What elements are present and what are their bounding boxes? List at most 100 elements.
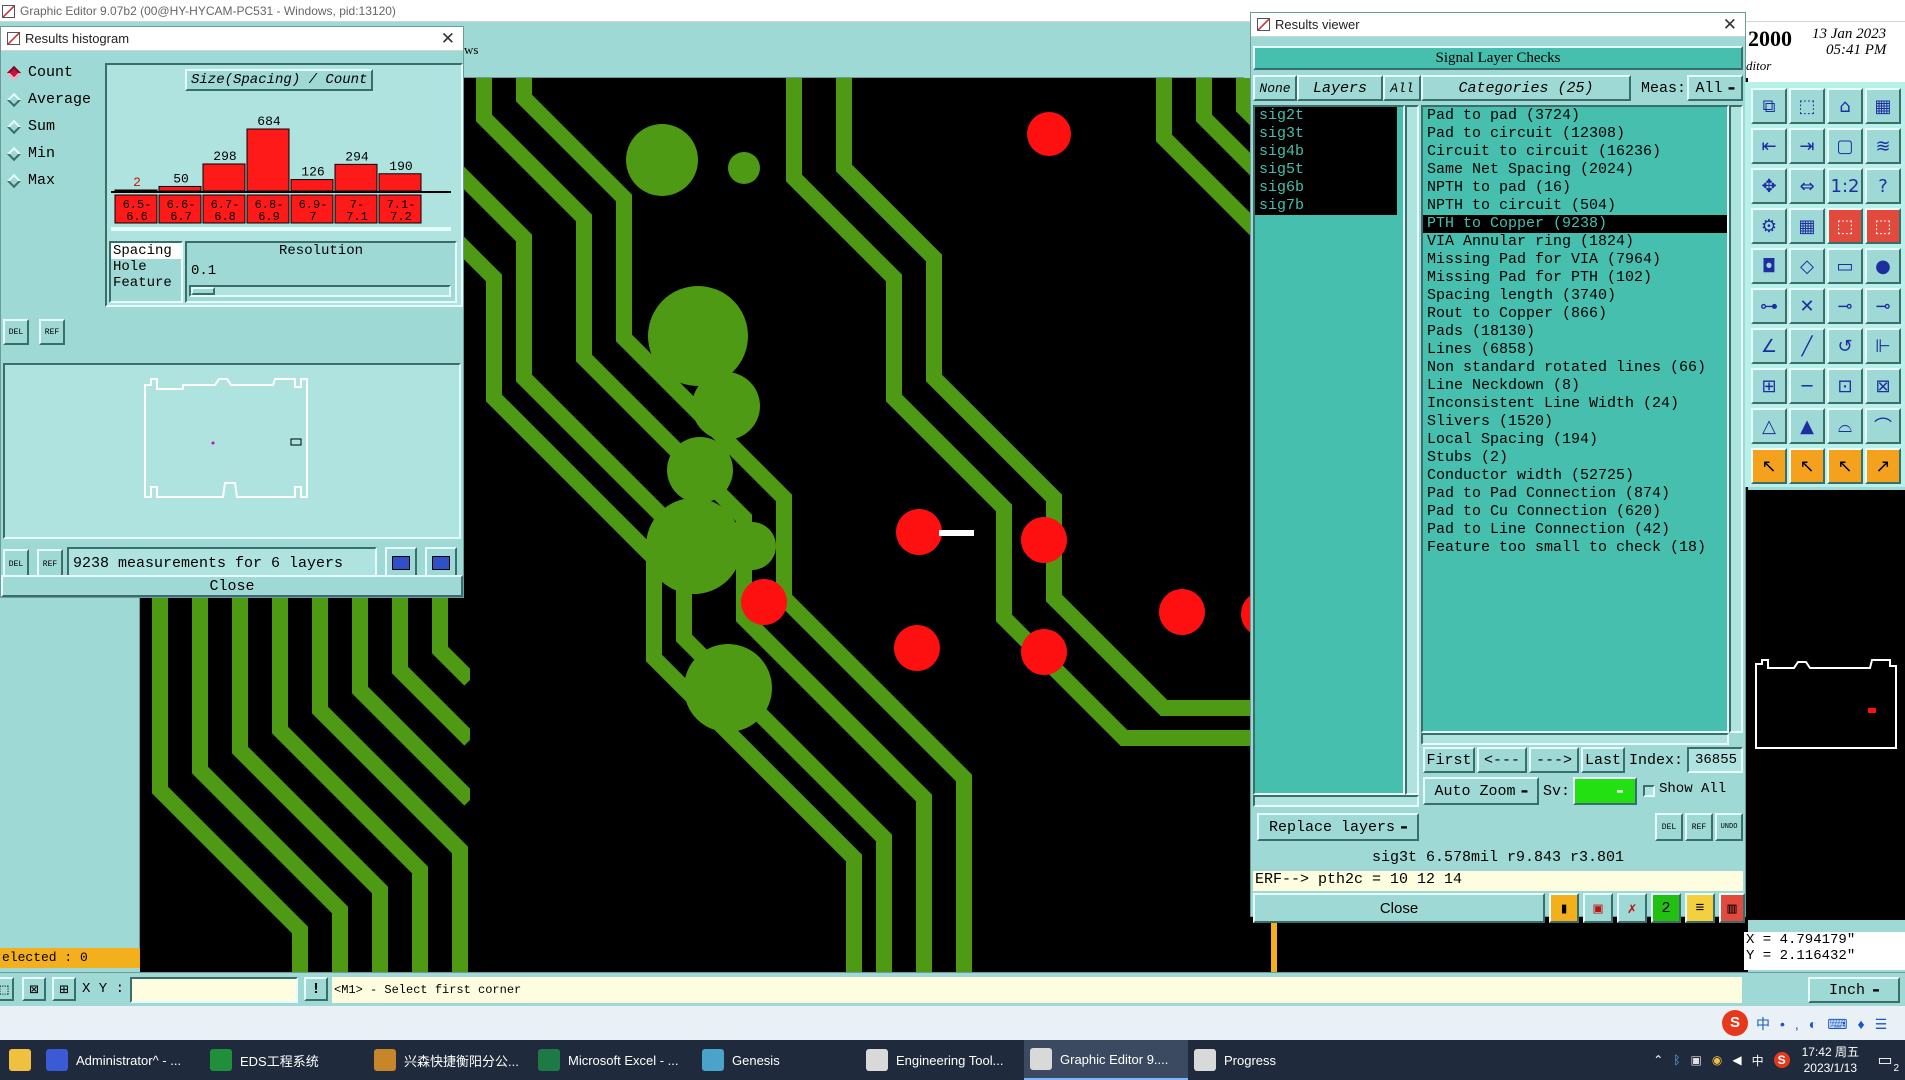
viewer-ref-button[interactable]: REF	[1685, 813, 1713, 841]
wave-icon[interactable]: ≋	[1865, 128, 1901, 164]
category-item[interactable]: Non standard rotated lines (66)	[1423, 359, 1727, 377]
pcb-canvas-lower[interactable]	[140, 590, 470, 978]
step-icon[interactable]: ⊩	[1865, 328, 1901, 364]
category-item[interactable]: Pads (18130)	[1423, 323, 1727, 341]
histogram-type-list[interactable]: Spacing Hole Feature	[109, 241, 183, 303]
home-icon[interactable]: ⌂	[1827, 88, 1863, 124]
layout-icon[interactable]: ▦	[1865, 88, 1901, 124]
fill-icon[interactable]: ◘	[1751, 248, 1787, 284]
rotate-icon[interactable]: ↺	[1827, 328, 1863, 364]
category-list[interactable]: Pad to pad (3724) Pad to circuit (12308) C…	[1421, 105, 1729, 733]
category-item[interactable]: Local Spacing (194)	[1423, 431, 1727, 449]
right-preview-panel[interactable]	[1746, 490, 1905, 920]
clock[interactable]: 17:42 周五 2023/1/13	[1796, 1040, 1865, 1080]
category-item[interactable]: Missing Pad for PTH (102)	[1423, 269, 1727, 287]
snap-alt-icon[interactable]: ⬚	[1865, 208, 1901, 244]
taskbar-item[interactable]: Administrator^ - ...	[40, 1040, 204, 1080]
right-icon[interactable]: ⇥	[1789, 128, 1825, 164]
next-icon[interactable]: 2	[1651, 893, 1681, 923]
erase-icon[interactable]: ▣	[1583, 893, 1613, 923]
type-item-spacing[interactable]: Spacing	[111, 243, 181, 259]
layers-all-button[interactable]: All	[1383, 75, 1421, 101]
ime-logo-icon[interactable]: S	[1722, 1010, 1748, 1036]
select-alt-icon[interactable]: ↗	[1865, 448, 1901, 484]
meas-select[interactable]: All ▬	[1687, 75, 1743, 101]
alert-icon[interactable]: !	[304, 977, 328, 1001]
sv-color-select[interactable]: ▬	[1573, 777, 1637, 805]
connect-icon[interactable]: ⊸	[1827, 288, 1863, 324]
category-item[interactable]: VIA Annular ring (1824)	[1423, 233, 1727, 251]
category-list-scrollbar[interactable]	[1729, 105, 1743, 733]
taskbar-item[interactable]: 兴森快捷衡阳分公...	[368, 1040, 532, 1080]
boxx-icon[interactable]: ⊠	[1865, 368, 1901, 404]
taskbar-item[interactable]: Progress	[1188, 1040, 1352, 1080]
bluetooth-icon[interactable]: ᛒ	[1673, 1053, 1680, 1067]
taskbar-item[interactable]: EDS工程系统	[204, 1040, 368, 1080]
left-icon[interactable]: ⇤	[1751, 128, 1787, 164]
category-item[interactable]: NPTH to pad (16)	[1423, 179, 1727, 197]
category-item[interactable]: Pad to Line Connection (42)	[1423, 521, 1727, 539]
category-item[interactable]: Circuit to circuit (16236)	[1423, 143, 1727, 161]
category-item[interactable]: Feature too small to check (18)	[1423, 539, 1727, 557]
close-icon[interactable]: ✕	[441, 29, 455, 49]
cross-icon[interactable]: ✕	[1789, 288, 1825, 324]
line-icon[interactable]: ╱	[1789, 328, 1825, 364]
viewer-del-button[interactable]: DEL	[1655, 813, 1683, 841]
viewer-undo-button[interactable]: UNDO	[1715, 813, 1743, 841]
pointer-alt-icon[interactable]: ↖	[1789, 448, 1825, 484]
histogram-del-button[interactable]: DEL	[3, 319, 29, 345]
arc-icon[interactable]: ⌓	[1827, 408, 1863, 444]
type-item-feature[interactable]: Feature	[111, 275, 181, 291]
category-item[interactable]: NPTH to circuit (504)	[1423, 197, 1727, 215]
category-item[interactable]: Pad to Cu Connection (620)	[1423, 503, 1727, 521]
taskbar-item[interactable]: Graphic Editor 9....	[1024, 1040, 1188, 1080]
scale-icon[interactable]: 1:2	[1827, 168, 1863, 204]
save-icon[interactable]: ⬚	[1789, 88, 1825, 124]
fit-icon[interactable]: ⇔	[1789, 168, 1825, 204]
ime-indicator[interactable]: 中	[1752, 1052, 1764, 1069]
histogram-bar[interactable]	[114, 189, 158, 192]
mode-count[interactable]: Count	[1, 59, 103, 86]
menu-fragment[interactable]: ws	[464, 42, 478, 58]
notification-button[interactable]: ▭ 2	[1865, 1040, 1905, 1080]
network-icon[interactable]: ▣	[1691, 1053, 1702, 1067]
categories-header[interactable]: Categories (25)	[1421, 75, 1631, 101]
layer-item[interactable]: sig3t	[1255, 125, 1397, 143]
units-select[interactable]: Inch ▬	[1808, 977, 1900, 1003]
category-item[interactable]: Pad to circuit (12308)	[1423, 125, 1727, 143]
remove-icon[interactable]: ✗	[1617, 893, 1647, 923]
layer-item[interactable]: sig7b	[1255, 197, 1397, 215]
category-item[interactable]: Spacing length (3740)	[1423, 287, 1727, 305]
category-item[interactable]: Pad to Pad Connection (874)	[1423, 485, 1727, 503]
grid-tool-icon[interactable]: ⊞	[52, 977, 76, 1001]
curve-icon[interactable]: ⌒	[1865, 408, 1901, 444]
rect-icon[interactable]: ▭	[1827, 248, 1863, 284]
nav-last-button[interactable]: Last	[1581, 747, 1625, 773]
sogou-icon[interactable]: S	[1773, 1052, 1790, 1068]
layers-none-button[interactable]: None	[1253, 75, 1297, 101]
taskbar-item[interactable]: Microsoft Excel - ...	[532, 1040, 696, 1080]
category-item[interactable]: Line Neckdown (8)	[1423, 377, 1727, 395]
circle-icon[interactable]: ●	[1865, 248, 1901, 284]
mode-min[interactable]: Min	[1, 140, 103, 167]
nav-prev-button[interactable]: <---	[1477, 747, 1527, 773]
hline-icon[interactable]: ─	[1789, 368, 1825, 404]
tri-fill-icon[interactable]: ▲	[1789, 408, 1825, 444]
category-item[interactable]: Inconsistent Line Width (24)	[1423, 395, 1727, 413]
emoji-icon[interactable]: ◉	[1712, 1053, 1722, 1067]
auto-zoom-select[interactable]: Auto Zoom ▬	[1423, 777, 1539, 805]
open-icon[interactable]: ⧉	[1751, 88, 1787, 124]
mode-sum[interactable]: Sum	[1, 113, 103, 140]
layer-list[interactable]: sig2t sig3t sig4b sig5t sig6b sig7b	[1253, 105, 1405, 795]
category-item[interactable]: Missing Pad for VIA (7964)	[1423, 251, 1727, 269]
histogram-bar[interactable]	[290, 179, 334, 192]
grid-icon[interactable]: ▦	[1789, 208, 1825, 244]
histogram-ref-button[interactable]: REF	[39, 319, 65, 345]
select-icon[interactable]: ↖	[1827, 448, 1863, 484]
settings-icon[interactable]: ⚙	[1751, 208, 1787, 244]
category-list-hscroll[interactable]	[1421, 733, 1729, 745]
file-explorer-icon[interactable]	[0, 1040, 40, 1080]
frame-icon[interactable]: ▢	[1827, 128, 1863, 164]
board-preview[interactable]	[3, 363, 461, 539]
tray-chevron-icon[interactable]: ⌃	[1653, 1053, 1663, 1067]
